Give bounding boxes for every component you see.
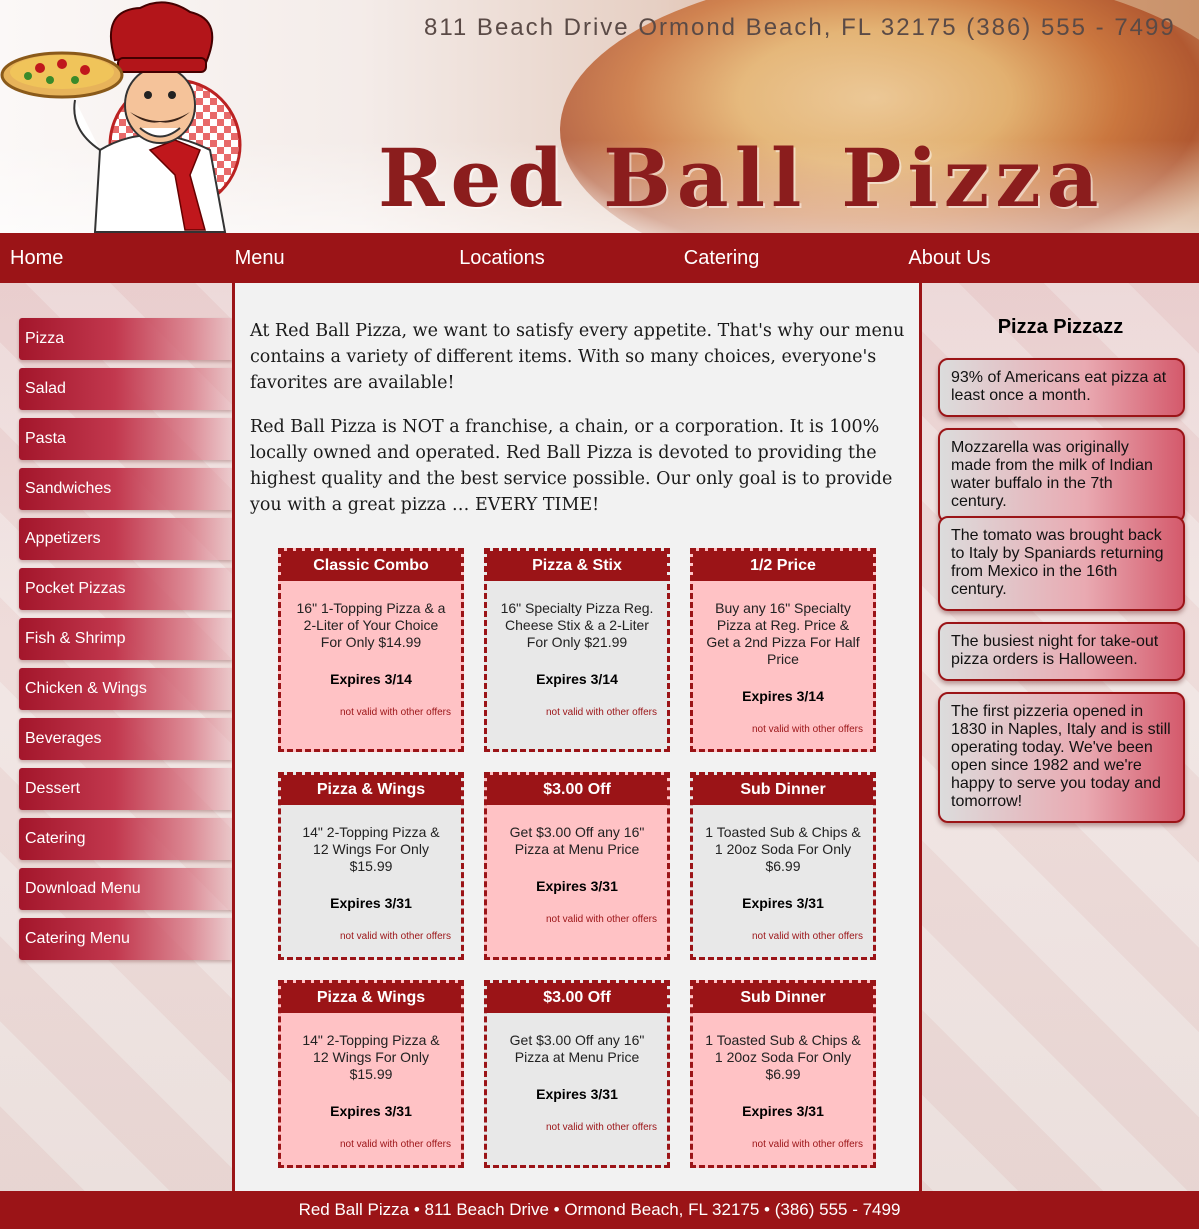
coupon-expiry: Expires 3/14 bbox=[536, 671, 618, 687]
sidebar-item-catering[interactable]: Catering bbox=[19, 818, 232, 860]
coupon-description: 16" Specialty Pizza Reg. Cheese Stix & a… bbox=[500, 600, 654, 650]
sidebar-item-dessert[interactable]: Dessert bbox=[19, 768, 232, 810]
coupon-title: $3.00 Off bbox=[487, 775, 667, 805]
coupon-expiry: Expires 3/14 bbox=[330, 671, 412, 687]
coupon-disclaimer: not valid with other offers bbox=[546, 707, 657, 718]
nav-menu[interactable]: Menu bbox=[225, 233, 450, 283]
pizzazz-title: Pizza Pizzazz bbox=[997, 316, 1124, 338]
main-nav: Home Menu Locations Catering About Us bbox=[0, 233, 1199, 283]
coupon-card[interactable]: $3.00 Off Get $3.00 Off any 16" Pizza at… bbox=[484, 980, 670, 1168]
nav-home[interactable]: Home bbox=[0, 233, 225, 283]
intro-paragraph: At Red Ball Pizza, we want to satisfy ev… bbox=[250, 321, 905, 393]
sidebar-item-pizza[interactable]: Pizza bbox=[19, 318, 232, 360]
site-footer: Red Ball Pizza • 811 Beach Drive • Ormon… bbox=[0, 1191, 1199, 1229]
coupon-card[interactable]: Pizza & Wings 14" 2-Topping Pizza & 12 W… bbox=[278, 772, 464, 960]
sidebar-item-pocket-pizzas[interactable]: Pocket Pizzas bbox=[19, 568, 232, 610]
coupon-card[interactable]: Classic Combo 16" 1-Topping Pizza & a 2-… bbox=[278, 548, 464, 752]
pizza-fact: The first pizzeria opened in 1830 in Nap… bbox=[938, 692, 1185, 823]
sidebar-item-pasta[interactable]: Pasta bbox=[19, 418, 232, 460]
coupon-card[interactable]: $3.00 Off Get $3.00 Off any 16" Pizza at… bbox=[484, 772, 670, 960]
nav-locations[interactable]: Locations bbox=[449, 233, 674, 283]
coupon-card[interactable]: 1/2 Price Buy any 16" Specialty Pizza at… bbox=[690, 548, 876, 752]
left-sidebar: Pizza Salad Pasta Sandwiches Appetizers … bbox=[0, 283, 232, 1191]
coupon-expiry: Expires 3/14 bbox=[742, 688, 824, 704]
pizza-fact: 93% of Americans eat pizza at least once… bbox=[938, 358, 1185, 417]
coupon-title: Pizza & Wings bbox=[281, 775, 461, 805]
coupon-disclaimer: not valid with other offers bbox=[752, 931, 863, 942]
coupon-description: 16" 1-Topping Pizza & a 2-Liter of Your … bbox=[296, 600, 446, 650]
header-address: 811 Beach Drive Ormond Beach, FL 32175 (… bbox=[424, 14, 1176, 41]
sidebar-item-catering-menu[interactable]: Catering Menu bbox=[19, 918, 232, 960]
sidebar-item-fish-shrimp[interactable]: Fish & Shrimp bbox=[19, 618, 232, 660]
coupon-description: Buy any 16" Specialty Pizza at Reg. Pric… bbox=[706, 600, 860, 667]
sidebar-item-beverages[interactable]: Beverages bbox=[19, 718, 232, 760]
coupon-disclaimer: not valid with other offers bbox=[752, 724, 863, 735]
coupon-title: Pizza & Wings bbox=[281, 983, 461, 1013]
coupon-description: Get $3.00 Off any 16" Pizza at Menu Pric… bbox=[509, 1032, 645, 1065]
sidebar-item-download-menu[interactable]: Download Menu bbox=[19, 868, 232, 910]
coupon-title: Pizza & Stix bbox=[487, 551, 667, 581]
coupon-title: Sub Dinner bbox=[693, 775, 873, 805]
coupon-title: $3.00 Off bbox=[487, 983, 667, 1013]
coupon-disclaimer: not valid with other offers bbox=[340, 1139, 451, 1150]
coupon-disclaimer: not valid with other offers bbox=[340, 707, 451, 718]
nav-catering[interactable]: Catering bbox=[674, 233, 899, 283]
coupon-expiry: Expires 3/31 bbox=[742, 1103, 824, 1119]
main-content: At Red Ball Pizza, we want to satisfy ev… bbox=[232, 283, 922, 1191]
coupon-expiry: Expires 3/31 bbox=[536, 878, 618, 894]
coupon-disclaimer: not valid with other offers bbox=[340, 931, 451, 942]
sidebar-item-sandwiches[interactable]: Sandwiches bbox=[19, 468, 232, 510]
coupon-disclaimer: not valid with other offers bbox=[546, 914, 657, 925]
sidebar-item-appetizers[interactable]: Appetizers bbox=[19, 518, 232, 560]
nav-about-us[interactable]: About Us bbox=[898, 233, 1123, 283]
intro-paragraph: Red Ball Pizza is NOT a franchise, a cha… bbox=[250, 417, 893, 515]
coupon-card[interactable]: Pizza & Wings 14" 2-Topping Pizza & 12 W… bbox=[278, 980, 464, 1168]
chef-mascot-logo bbox=[0, 1, 242, 233]
coupon-description: 14" 2-Topping Pizza & 12 Wings For Only … bbox=[302, 824, 440, 874]
coupon-expiry: Expires 3/31 bbox=[742, 895, 824, 911]
site-header: 811 Beach Drive Ormond Beach, FL 32175 (… bbox=[0, 0, 1199, 233]
coupon-description: 14" 2-Topping Pizza & 12 Wings For Only … bbox=[302, 1032, 440, 1082]
coupon-title: Sub Dinner bbox=[693, 983, 873, 1013]
pizza-fact: The busiest night for take-out pizza ord… bbox=[938, 622, 1185, 681]
coupon-expiry: Expires 3/31 bbox=[536, 1086, 618, 1102]
coupon-card[interactable]: Sub Dinner 1 Toasted Sub & Chips & 1 20o… bbox=[690, 980, 876, 1168]
coupon-description: 1 Toasted Sub & Chips & 1 20oz Soda For … bbox=[705, 1032, 861, 1082]
coupon-description: Get $3.00 Off any 16" Pizza at Menu Pric… bbox=[509, 824, 645, 857]
pizza-fact: Mozzarella was originally made from the … bbox=[938, 428, 1185, 523]
coupon-disclaimer: not valid with other offers bbox=[752, 1139, 863, 1150]
coupon-card[interactable]: Pizza & Stix 16" Specialty Pizza Reg. Ch… bbox=[484, 548, 670, 752]
coupon-title: 1/2 Price bbox=[693, 551, 873, 581]
coupon-expiry: Expires 3/31 bbox=[330, 1103, 412, 1119]
right-sidebar: Pizza Pizzazz 93% of Americans eat pizza… bbox=[922, 283, 1199, 1191]
coupon-card[interactable]: Sub Dinner 1 Toasted Sub & Chips & 1 20o… bbox=[690, 772, 876, 960]
brand-title: Red Ball Pizza bbox=[378, 131, 1105, 225]
sidebar-item-chicken-wings[interactable]: Chicken & Wings bbox=[19, 668, 232, 710]
sidebar-item-salad[interactable]: Salad bbox=[19, 368, 232, 410]
coupon-expiry: Expires 3/31 bbox=[330, 895, 412, 911]
coupon-disclaimer: not valid with other offers bbox=[546, 1122, 657, 1133]
coupon-description: 1 Toasted Sub & Chips & 1 20oz Soda For … bbox=[705, 824, 861, 874]
coupon-title: Classic Combo bbox=[281, 551, 461, 581]
pizza-fact: The tomato was brought back to Italy by … bbox=[938, 516, 1185, 611]
